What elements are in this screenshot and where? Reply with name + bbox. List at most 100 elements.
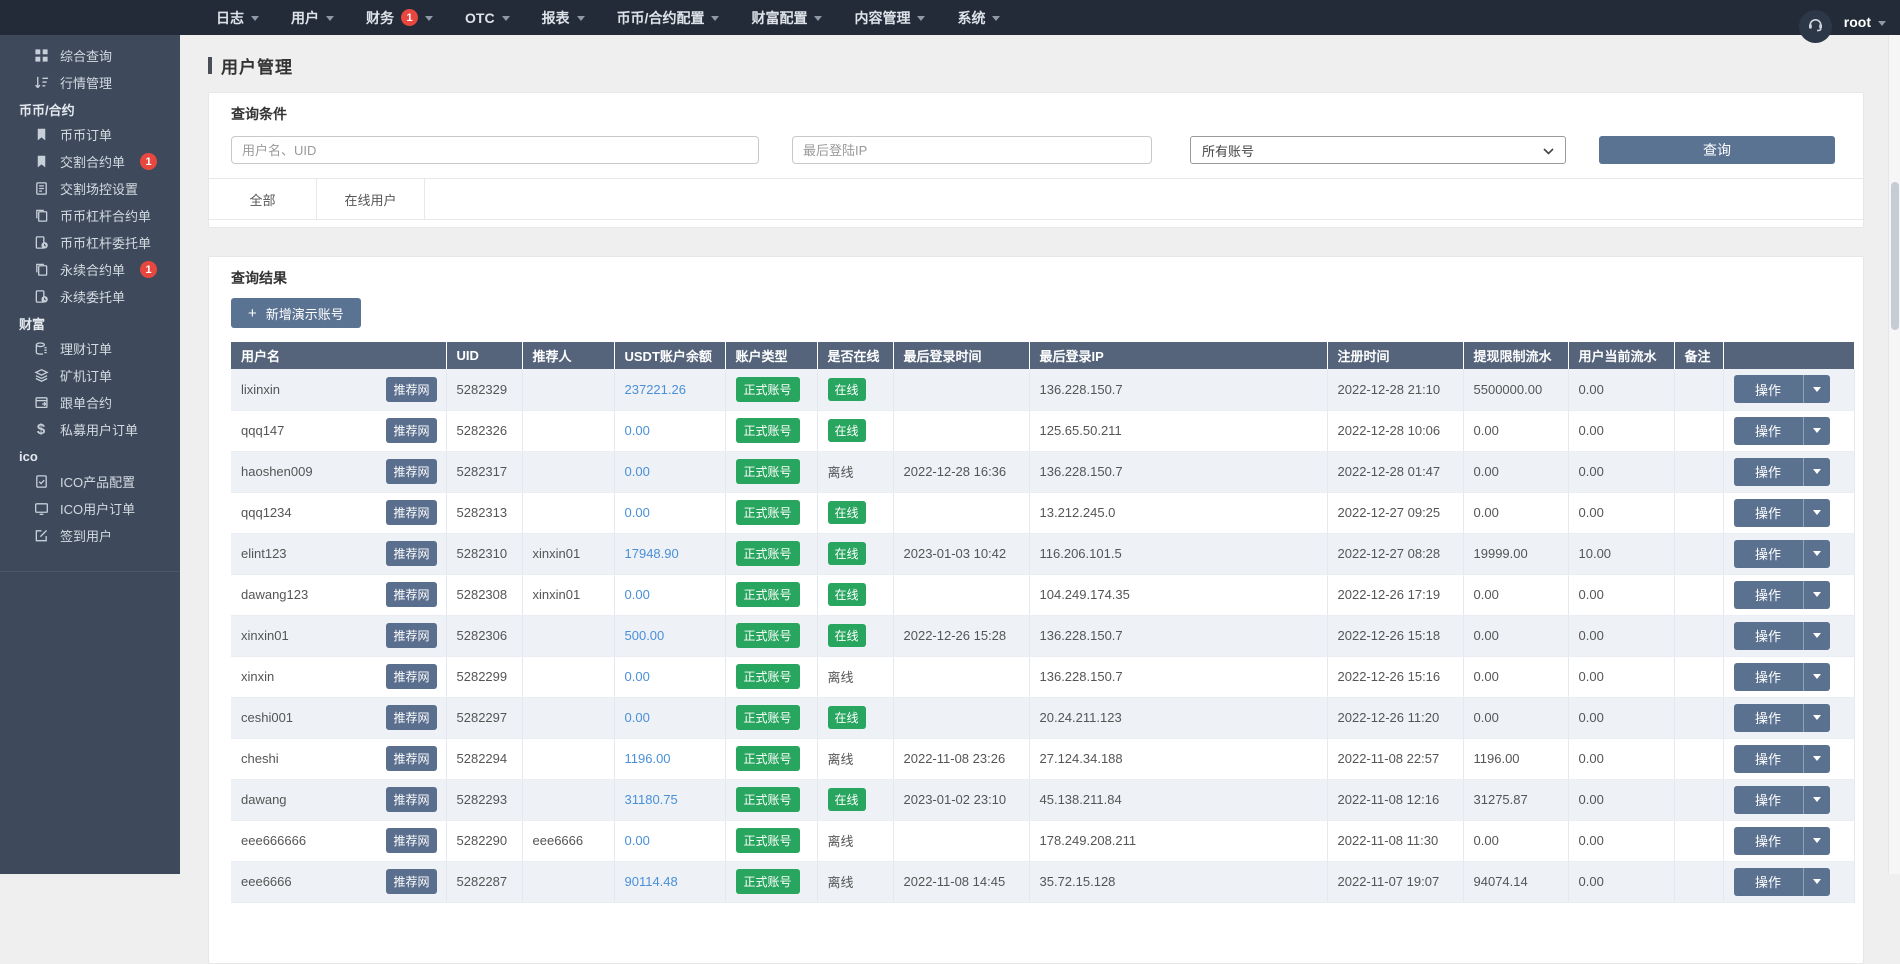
- action-button[interactable]: 操作: [1734, 827, 1804, 855]
- balance-link[interactable]: 0.00: [625, 710, 650, 725]
- search-button[interactable]: 查询: [1599, 136, 1835, 164]
- balance-link[interactable]: 17948.90: [625, 546, 679, 561]
- action-dropdown-toggle[interactable]: [1804, 375, 1830, 403]
- doc-check-icon: [33, 474, 49, 490]
- nav-item[interactable]: 财富配置: [735, 0, 838, 35]
- avatar[interactable]: [1799, 10, 1832, 43]
- balance-link[interactable]: 0.00: [625, 505, 650, 520]
- tab-1[interactable]: 在线用户: [317, 179, 425, 219]
- action-dropdown-toggle[interactable]: [1804, 786, 1830, 814]
- sidebar-item[interactable]: 交割场控设置: [0, 175, 180, 202]
- action-dropdown-toggle[interactable]: [1804, 417, 1830, 445]
- referrer-badge[interactable]: 推荐网: [386, 705, 436, 730]
- nav-item[interactable]: OTC: [449, 0, 526, 35]
- nav-item[interactable]: 报表: [526, 0, 601, 35]
- action-button[interactable]: 操作: [1734, 375, 1804, 403]
- nav-item[interactable]: 用户: [275, 0, 350, 35]
- sidebar-item[interactable]: 综合查询: [0, 42, 180, 69]
- nav-item[interactable]: 日志: [200, 0, 275, 35]
- referrer-badge[interactable]: 推荐网: [386, 582, 436, 607]
- action-button[interactable]: 操作: [1734, 745, 1804, 773]
- referrer-badge[interactable]: 推荐网: [386, 828, 436, 853]
- action-dropdown-toggle[interactable]: [1804, 499, 1830, 527]
- referrer-badge[interactable]: 推荐网: [386, 500, 436, 525]
- referrer-badge[interactable]: 推荐网: [386, 377, 436, 402]
- sidebar-item[interactable]: $ 私募用户订单: [0, 416, 180, 443]
- action-button[interactable]: 操作: [1734, 581, 1804, 609]
- tab-0[interactable]: 全部: [209, 179, 317, 219]
- action-dropdown-toggle[interactable]: [1804, 868, 1830, 896]
- action-button[interactable]: 操作: [1734, 499, 1804, 527]
- referrer-badge[interactable]: 推荐网: [386, 787, 436, 812]
- sidebar-item[interactable]: 矿机订单: [0, 362, 180, 389]
- balance-link[interactable]: 500.00: [625, 628, 665, 643]
- action-split-button: 操作: [1734, 540, 1830, 568]
- referrer-badge[interactable]: 推荐网: [386, 746, 436, 771]
- referrer-cell: [522, 451, 614, 492]
- last-login-ip-input[interactable]: [792, 136, 1152, 164]
- action-button[interactable]: 操作: [1734, 704, 1804, 732]
- sidebar-item[interactable]: 交割合约单 1: [0, 148, 180, 175]
- sidebar-item[interactable]: ICO用户订单: [0, 495, 180, 522]
- account-type-select[interactable]: 所有账号: [1190, 136, 1566, 164]
- column-header: USDT账户余额: [614, 342, 725, 369]
- scrollbar-thumb[interactable]: [1891, 182, 1899, 330]
- nav-item[interactable]: 币币/合约配置: [601, 0, 736, 35]
- referrer-badge[interactable]: 推荐网: [386, 869, 436, 894]
- action-button[interactable]: 操作: [1734, 622, 1804, 650]
- referrer-badge[interactable]: 推荐网: [386, 418, 436, 443]
- add-demo-account-button[interactable]: + 新增演示账号: [231, 298, 361, 328]
- referrer-badge[interactable]: 推荐网: [386, 664, 436, 689]
- balance-link[interactable]: 0.00: [625, 669, 650, 684]
- balance-link[interactable]: 1196.00: [625, 751, 671, 766]
- add-demo-account-label: 新增演示账号: [266, 304, 344, 323]
- last-login-ip-cell: 178.249.208.211: [1029, 820, 1327, 861]
- action-dropdown-toggle[interactable]: [1804, 704, 1830, 732]
- balance-link[interactable]: 0.00: [625, 423, 650, 438]
- current-flow-cell: 0.00: [1568, 451, 1674, 492]
- action-split-button: 操作: [1734, 458, 1830, 486]
- balance-link[interactable]: 0.00: [625, 833, 650, 848]
- action-button[interactable]: 操作: [1734, 458, 1804, 486]
- action-dropdown-toggle[interactable]: [1804, 663, 1830, 691]
- clipboard-icon: [33, 181, 49, 197]
- action-button[interactable]: 操作: [1734, 417, 1804, 445]
- balance-link[interactable]: 0.00: [625, 587, 650, 602]
- balance-link[interactable]: 0.00: [625, 464, 650, 479]
- sidebar-item[interactable]: 签到用户: [0, 522, 180, 549]
- action-dropdown-toggle[interactable]: [1804, 540, 1830, 568]
- balance-link[interactable]: 31180.75: [625, 792, 678, 807]
- referrer-badge[interactable]: 推荐网: [386, 623, 436, 648]
- username-cell: eee666666 推荐网: [241, 828, 446, 853]
- sidebar-item[interactable]: 跟单合约: [0, 389, 180, 416]
- balance-link[interactable]: 237221.26: [625, 382, 686, 397]
- sidebar-item[interactable]: ICO产品配置: [0, 468, 180, 495]
- sidebar-item[interactable]: 行情管理: [0, 69, 180, 96]
- referrer-badge[interactable]: 推荐网: [386, 459, 436, 484]
- sidebar-item[interactable]: 永续合约单 1: [0, 256, 180, 283]
- sidebar-item[interactable]: 币币订单: [0, 121, 180, 148]
- action-button[interactable]: 操作: [1734, 663, 1804, 691]
- sidebar-item[interactable]: 币币杠杆委托单: [0, 229, 180, 256]
- action-dropdown-toggle[interactable]: [1804, 458, 1830, 486]
- action-dropdown-toggle[interactable]: [1804, 581, 1830, 609]
- scrollbar[interactable]: [1888, 35, 1900, 874]
- nav-item[interactable]: 财务 1: [350, 0, 449, 35]
- uid-cell: 5282290: [446, 820, 522, 861]
- nav-item[interactable]: 内容管理: [838, 0, 941, 35]
- referrer-badge[interactable]: 推荐网: [386, 541, 436, 566]
- sidebar-item[interactable]: 币币杠杆合约单: [0, 202, 180, 229]
- sidebar-item[interactable]: 永续委托单: [0, 283, 180, 310]
- action-dropdown-toggle[interactable]: [1804, 622, 1830, 650]
- action-dropdown-toggle[interactable]: [1804, 745, 1830, 773]
- action-button[interactable]: 操作: [1734, 786, 1804, 814]
- chevron-down-icon: [1813, 797, 1821, 802]
- action-button[interactable]: 操作: [1734, 540, 1804, 568]
- sidebar-item[interactable]: 理财订单: [0, 335, 180, 362]
- balance-link[interactable]: 90114.48: [625, 874, 678, 889]
- action-button[interactable]: 操作: [1734, 868, 1804, 896]
- action-dropdown-toggle[interactable]: [1804, 827, 1830, 855]
- nav-item[interactable]: 系统: [941, 0, 1016, 35]
- user-menu[interactable]: root: [1844, 14, 1886, 30]
- username-uid-input[interactable]: [231, 136, 759, 164]
